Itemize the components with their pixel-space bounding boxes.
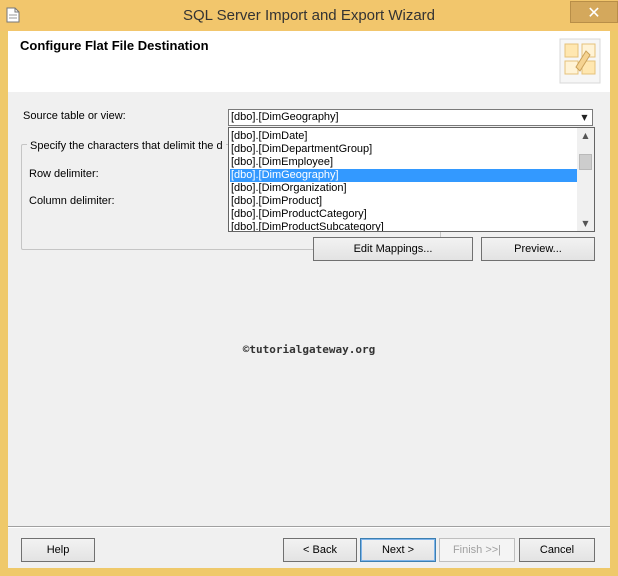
dropdown-list-item[interactable]: [dbo].[DimProductCategory] <box>230 208 578 221</box>
cancel-button[interactable]: Cancel <box>519 538 595 562</box>
close-icon: ✕ <box>587 2 601 22</box>
dropdown-list-item[interactable]: [dbo].[DimProduct] <box>230 195 578 208</box>
chevron-down-icon[interactable]: ▼ <box>577 110 592 125</box>
window-title: SQL Server Import and Export Wizard <box>182 7 436 24</box>
row-delimiter-label: Row delimiter: <box>29 168 99 180</box>
scrollbar-thumb[interactable] <box>579 154 592 170</box>
dropdown-scrollbar[interactable]: ▲ ▼ <box>577 128 594 231</box>
delimiter-group-caption: Specify the characters that delimit the … <box>27 140 226 152</box>
dropdown-list-item[interactable]: [dbo].[DimGeography] <box>230 169 578 182</box>
wizard-header: Configure Flat File Destination <box>8 31 610 92</box>
page-title: Configure Flat File Destination <box>20 38 209 53</box>
header-separator <box>8 91 610 92</box>
source-table-combobox[interactable]: [dbo].[DimGeography] ▼ <box>228 109 593 126</box>
scroll-up-icon[interactable]: ▲ <box>577 128 594 143</box>
dropdown-list-item[interactable]: [dbo].[DimDate] <box>230 130 578 143</box>
wizard-client-area: Configure Flat File Destination Source t… <box>8 31 610 568</box>
source-table-value: [dbo].[DimGeography] <box>231 111 339 123</box>
next-button[interactable]: Next > <box>360 538 436 562</box>
dropdown-list-item[interactable]: [dbo].[DimOrganization] <box>230 182 578 195</box>
source-table-dropdown-list[interactable]: [dbo].[DimProductSubcategory] [dbo].[DimP… <box>228 127 595 232</box>
scroll-down-icon[interactable]: ▼ <box>577 216 594 231</box>
close-button[interactable]: ✕ <box>570 1 618 23</box>
finish-button[interactable]: Finish >>| <box>439 538 515 562</box>
preview-button[interactable]: Preview... <box>481 237 595 261</box>
dropdown-list-item[interactable]: [dbo].[DimDepartmentGroup] <box>230 143 578 156</box>
dropdown-list-item[interactable]: [dbo].[DimEmployee] <box>230 156 578 169</box>
column-delimiter-label: Column delimiter: <box>29 195 115 207</box>
back-button[interactable]: < Back <box>283 538 357 562</box>
wizard-graphic-icon <box>559 38 601 84</box>
edit-mappings-button[interactable]: Edit Mappings... <box>313 237 473 261</box>
help-button[interactable]: Help <box>21 538 95 562</box>
watermark-text: ©tutorialgateway.org <box>242 343 376 356</box>
dropdown-list-item[interactable]: [dbo].[DimProductSubcategory] <box>230 221 578 231</box>
source-table-label: Source table or view: <box>23 110 126 122</box>
title-bar: SQL Server Import and Export Wizard ✕ <box>0 0 618 31</box>
